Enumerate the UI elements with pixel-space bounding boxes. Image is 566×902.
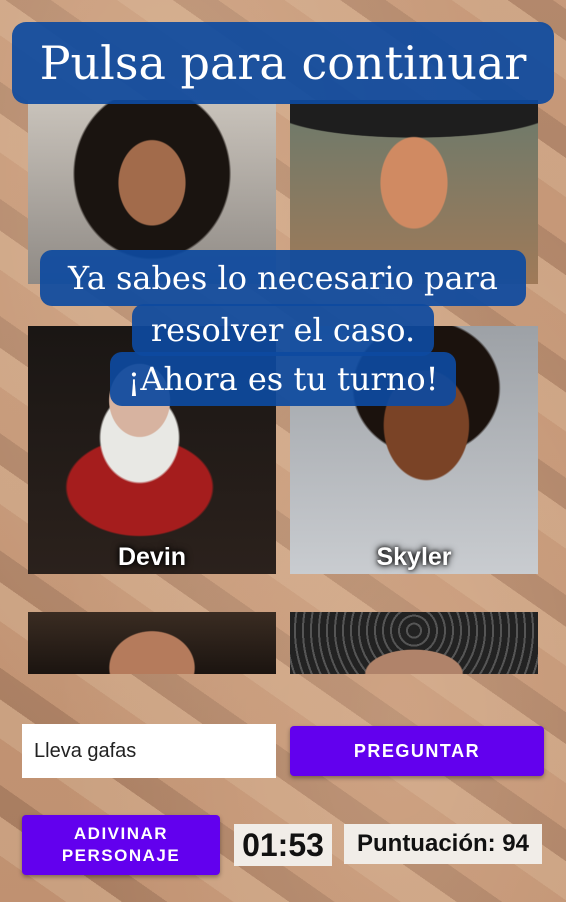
guess-button-label-1: ADIVINAR: [73, 824, 169, 843]
instruction-line-1: Ya sabes lo necesario para: [40, 250, 526, 306]
continue-banner[interactable]: Pulsa para continuar: [12, 22, 554, 104]
ask-button[interactable]: PREGUNTAR: [290, 726, 544, 776]
guess-button-label-2: PERSONAJE: [61, 846, 181, 865]
character-portrait: [28, 612, 276, 674]
character-portrait: [290, 612, 538, 674]
character-name: Devin: [117, 543, 187, 571]
countdown-timer: 01:53: [234, 824, 332, 866]
guess-character-button[interactable]: ADIVINAR PERSONAJE: [22, 815, 220, 875]
instruction-line-2: resolver el caso.: [132, 304, 434, 356]
instruction-line-3: ¡Ahora es tu turno!: [110, 352, 456, 406]
character-name: Skyler: [376, 543, 452, 571]
character-card[interactable]: [290, 612, 538, 674]
score-display: Puntuación: 94: [344, 824, 542, 864]
character-card[interactable]: [28, 612, 276, 674]
question-input[interactable]: [22, 724, 276, 778]
